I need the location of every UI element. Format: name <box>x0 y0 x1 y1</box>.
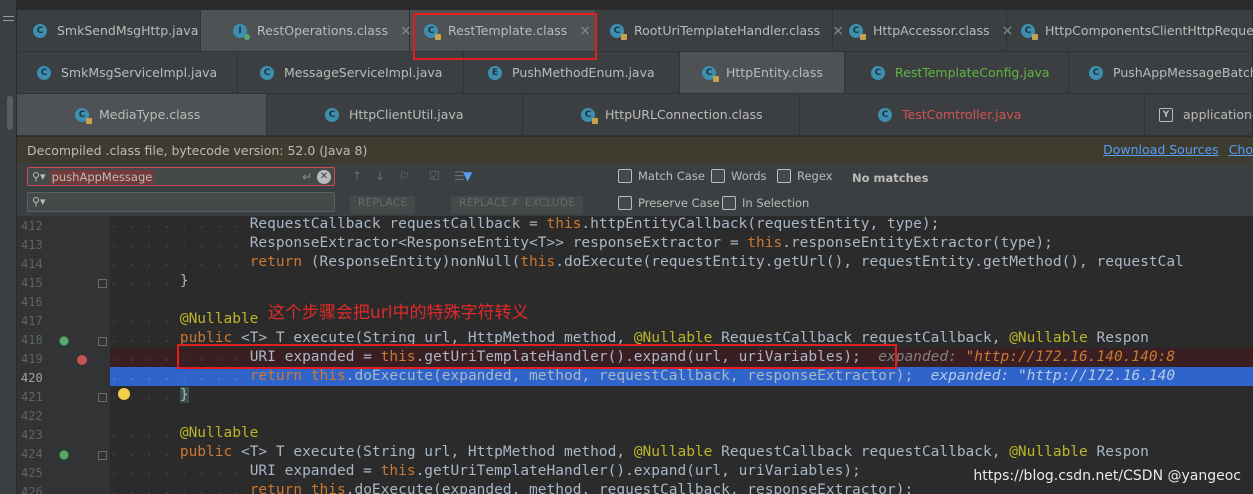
line-number: 419 <box>21 352 43 366</box>
line-number: 425 <box>21 466 43 480</box>
code-line: . . . . . . . . ResponseExtractor<Respon… <box>110 235 1053 251</box>
tab-mediatype[interactable]: C MediaType.class <box>17 94 267 135</box>
class-icon: C <box>849 23 866 40</box>
line-number: 416 <box>21 295 43 309</box>
class-icon: C <box>871 65 885 80</box>
editor-tabs-row-1: C SmkSendMsgHttp.java × I RestOperations… <box>17 10 1253 52</box>
class-icon: C <box>878 107 892 122</box>
code-highlight-box <box>177 344 897 369</box>
code-line: . . . . } <box>110 273 189 289</box>
tab-smksendmsghttp[interactable]: C SmkSendMsgHttp.java × <box>17 10 222 51</box>
tab-resttemplateconfig[interactable]: C RestTemplateConfig.java <box>845 52 1069 93</box>
download-sources-link[interactable]: Download Sources <box>1103 142 1219 157</box>
tab-rooturitemplatehandler[interactable]: C RootUriTemplateHandler.class × <box>596 10 844 51</box>
menu-line-icon[interactable] <box>3 20 14 21</box>
code-line: . . . . public <T> T execute(String url,… <box>110 444 1149 460</box>
implements-marker-icon[interactable] <box>59 336 69 346</box>
class-icon: C <box>75 107 92 124</box>
fold-icon[interactable] <box>98 393 107 402</box>
class-icon: C <box>581 107 598 124</box>
fold-icon[interactable] <box>98 337 107 346</box>
line-number: 417 <box>21 314 43 328</box>
class-icon: C <box>260 65 274 80</box>
decompiled-notice: Decompiled .class file, bytecode version… <box>27 142 368 158</box>
search-input[interactable]: ⚲▾ pushAppMessage ↵ ✕ <box>27 167 335 186</box>
class-icon: C <box>325 107 339 122</box>
tab-httpclientutil[interactable]: C HttpClientUtil.java <box>267 94 523 135</box>
match-status: No matches <box>852 171 929 185</box>
line-number: 414 <box>21 257 43 271</box>
clear-icon[interactable]: ✕ <box>317 169 331 184</box>
tab-application-yml[interactable]: Y application-de <box>1145 94 1253 135</box>
tab-httpaccessor[interactable]: C HttpAccessor.class × <box>833 10 1013 51</box>
replace-button[interactable]: REPLACE <box>350 196 416 214</box>
regex-checkbox[interactable]: Regex <box>777 169 833 183</box>
line-number: 424 <box>21 447 43 461</box>
class-icon: C <box>702 65 719 82</box>
find-replace-panel: ⚲▾ pushAppMessage ↵ ✕ ⚲▾ ↑ ↓ ⚐ ☑ ☰ ▼ REP… <box>17 163 1253 216</box>
class-icon: C <box>1021 23 1038 40</box>
implements-marker-icon[interactable] <box>59 450 69 460</box>
add-selection-icon[interactable]: ⚐ <box>399 169 410 183</box>
tab-smkmsgserviceimpl[interactable]: C SmkMsgServiceImpl.java <box>17 52 238 93</box>
editor-tabs-row-3: C MediaType.class C HttpClientUtil.java … <box>17 94 1253 136</box>
tab-highlight-box <box>413 13 597 60</box>
line-number: 420 <box>21 371 43 385</box>
replace-input[interactable]: ⚲▾ <box>27 192 335 212</box>
line-number: 415 <box>21 276 43 290</box>
match-case-checkbox[interactable]: Match Case <box>618 169 705 183</box>
class-icon: C <box>33 23 47 38</box>
class-icon: C <box>610 23 627 40</box>
line-number: 422 <box>21 409 43 423</box>
line-number: 421 <box>21 390 43 404</box>
interface-icon: I <box>233 23 250 40</box>
enum-icon: E <box>488 65 502 80</box>
watermark: https://blog.csdn.net/CSDN @yangeoc <box>973 468 1241 484</box>
line-number: 423 <box>21 428 43 442</box>
line-number: 413 <box>21 238 43 252</box>
in-selection-checkbox[interactable]: In Selection <box>722 196 809 210</box>
prev-match-icon[interactable]: ↑ <box>352 169 362 183</box>
tab-httpurlconnection[interactable]: C HttpURLConnection.class <box>523 94 800 135</box>
line-number: 426 <box>21 485 43 494</box>
preserve-case-checkbox[interactable]: Preserve Case <box>618 196 720 210</box>
code-line: . . . . . . . . RequestCallback requestC… <box>110 216 940 232</box>
code-line: . . . . @Nullable <box>110 425 259 441</box>
side-scroll-thumb[interactable] <box>7 96 13 130</box>
code-line: . . . . } <box>110 387 189 403</box>
select-all-occurrences-icon[interactable]: ☑ <box>429 169 440 183</box>
words-checkbox[interactable]: Words <box>711 169 767 183</box>
search-icon: ⚲▾ <box>32 195 46 208</box>
exclude-button[interactable]: EXCLUDE <box>517 196 584 214</box>
fold-icon[interactable] <box>98 451 107 460</box>
class-icon: C <box>1089 65 1103 80</box>
class-icon: C <box>37 65 51 80</box>
tab-pushappmessagebatch[interactable]: C PushAppMessageBatchH <box>1069 52 1253 93</box>
editor-tabs-row-2: C SmkMsgServiceImpl.java C MessageServic… <box>17 52 1253 94</box>
code-line-current: . . . . . . . . return this.doExecute(ex… <box>110 367 1253 386</box>
search-icon: ⚲▾ <box>32 170 46 183</box>
code-line: . . . . . . . . return (ResponseEntity)n… <box>110 254 1184 270</box>
choose-sources-link[interactable]: Cho <box>1229 142 1253 157</box>
left-tool-strip <box>0 0 17 494</box>
breakpoint-icon[interactable] <box>77 355 87 365</box>
decompiled-banner: Decompiled .class file, bytecode version… <box>17 137 1253 163</box>
menu-line-icon[interactable] <box>3 16 14 17</box>
annotation-text: 这个步骤会把url中的特殊字符转义 <box>268 303 529 323</box>
search-value: pushAppMessage <box>49 169 155 184</box>
next-match-icon[interactable]: ↓ <box>375 169 385 183</box>
tab-httpentity[interactable]: C HttpEntity.class <box>680 52 845 93</box>
filter-icon[interactable]: ▼ <box>463 169 472 183</box>
tab-restoperations[interactable]: I RestOperations.class × <box>201 10 412 51</box>
tab-testcomtroller[interactable]: C TestComtroller.java <box>800 94 1145 135</box>
fold-icon[interactable] <box>98 279 107 288</box>
line-number: 418 <box>21 333 43 347</box>
line-number: 412 <box>21 219 43 233</box>
yaml-icon: Y <box>1159 107 1173 122</box>
newline-icon[interactable]: ↵ <box>302 170 312 184</box>
tab-httpcomponentsclient[interactable]: C HttpComponentsClientHttpRequest <box>1007 10 1253 51</box>
